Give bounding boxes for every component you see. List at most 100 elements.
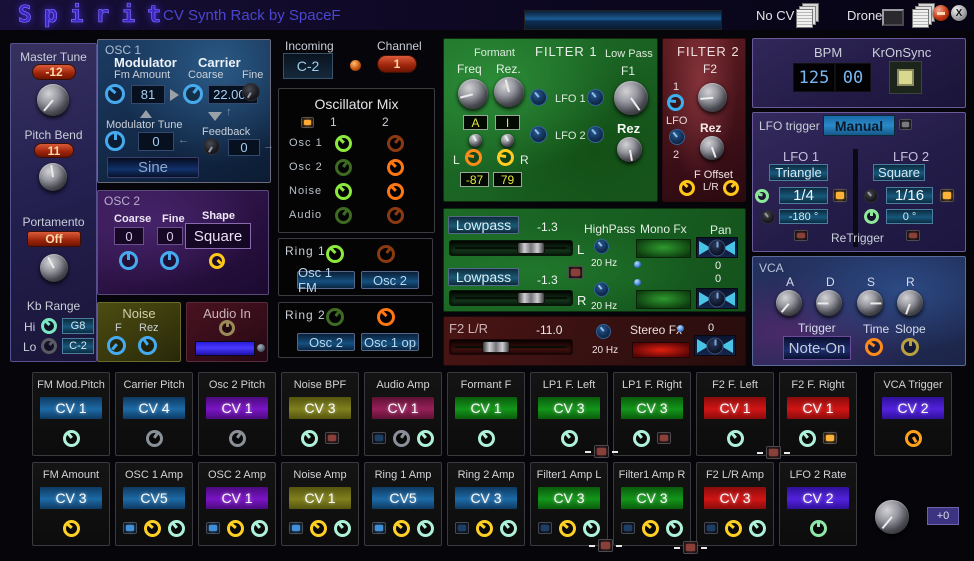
lfo1-wave-display[interactable]: Triangle: [769, 164, 828, 181]
cv-depth-knob-teal[interactable]: [63, 430, 80, 447]
cv-depth-knob-teal[interactable]: [168, 520, 185, 537]
mix-bus2-knob[interactable]: [387, 159, 404, 176]
f1-lfo2-amount-knob-b[interactable]: [587, 126, 604, 143]
link-button[interactable]: [598, 539, 613, 552]
channel-value[interactable]: 1: [377, 55, 417, 73]
cv-mode-button-blue[interactable]: [372, 522, 386, 534]
cv-list-icon[interactable]: [796, 9, 813, 28]
ring1-knob-b[interactable]: [377, 245, 395, 263]
close-button[interactable]: X: [951, 5, 967, 21]
cv-mode-button-blue[interactable]: [206, 522, 220, 534]
osc1-fine-knob[interactable]: [242, 83, 260, 101]
cv-assignment-display[interactable]: CV 3: [288, 396, 352, 420]
osc1-feedback-knob[interactable]: [203, 138, 220, 155]
f2lr-slider-handle[interactable]: [482, 341, 510, 353]
cv-mode-button-blue[interactable]: [123, 522, 137, 534]
cv-assignment-display[interactable]: CV 1: [703, 396, 767, 420]
lfo-trigger-mode-button[interactable]: Manual: [823, 115, 895, 136]
master-tune-value[interactable]: -12: [32, 64, 76, 80]
lr-link-button[interactable]: [568, 266, 583, 279]
cv-assignment-display[interactable]: CV 3: [703, 486, 767, 510]
cv-depth-knob-teal[interactable]: [633, 430, 650, 447]
noise-rez-knob[interactable]: [138, 336, 157, 355]
vca-decay-knob[interactable]: [816, 290, 842, 316]
mix-bus1-knob[interactable]: [335, 135, 352, 152]
cv-depth-knob-gray[interactable]: [229, 430, 246, 447]
cv-depth-knob-green[interactable]: [810, 520, 827, 537]
lfo1-phase-display[interactable]: -180 °: [779, 209, 828, 224]
ring2-src2-button[interactable]: Osc 1 op: [361, 333, 419, 351]
lfo2-phase-knob[interactable]: [864, 209, 879, 224]
cv-depth-knob-yellow[interactable]: [476, 520, 493, 537]
vca-release-knob[interactable]: [897, 290, 923, 316]
cv-assignment-display[interactable]: CV5: [122, 486, 186, 510]
master-tune-knob[interactable]: [37, 84, 69, 116]
lfo1-phase-knob[interactable]: [761, 210, 775, 224]
cv-depth-knob-teal[interactable]: [500, 520, 517, 537]
vca-sustain-knob[interactable]: [857, 290, 883, 316]
cv-depth-knob-yellow[interactable]: [63, 520, 80, 537]
f2lr-pan-control[interactable]: [694, 335, 736, 356]
lfo1-rate-display[interactable]: 1/4: [779, 187, 828, 204]
cv-assignment-display[interactable]: CV 3: [537, 486, 601, 510]
ring2-src1-button[interactable]: Osc 2: [297, 333, 355, 351]
lfo2-wave-display[interactable]: Square: [873, 164, 925, 181]
cv-depth-knob-yellow[interactable]: [144, 520, 161, 537]
lfo1-rate-knob[interactable]: [755, 189, 769, 203]
lowpass-r-slider-handle[interactable]: [517, 292, 545, 304]
osc1-mod-tune-knob[interactable]: [105, 131, 125, 151]
f2lr-highpass-knob[interactable]: [596, 324, 611, 339]
portamento-knob[interactable]: [40, 254, 68, 282]
osc1-fm-amount-knob[interactable]: [105, 84, 125, 104]
kb-lo-value[interactable]: C-2: [62, 338, 94, 354]
osc1-mod-tune-value[interactable]: 0: [138, 132, 174, 151]
pan-l-control[interactable]: [696, 237, 738, 258]
f2lr-pan-knob[interactable]: [707, 337, 724, 354]
cv-mode-button-blue[interactable]: [372, 432, 386, 444]
cv-depth-knob-teal[interactable]: [478, 430, 495, 447]
vowel-left-knob[interactable]: [469, 134, 482, 147]
mix-bus1-knob[interactable]: [335, 207, 352, 224]
lfo2-phase-display[interactable]: 0 °: [886, 209, 933, 224]
lowpass-r-slider[interactable]: [449, 290, 573, 306]
incoming-note-display[interactable]: C-2: [283, 53, 333, 79]
pan-r-control[interactable]: [696, 288, 738, 309]
kb-lo-knob[interactable]: [41, 338, 57, 354]
cv-assignment-display[interactable]: CV 4: [122, 396, 186, 420]
cv-mode-button-blue[interactable]: [455, 522, 469, 534]
f2-cutoff-knob[interactable]: [698, 83, 727, 112]
cv-depth-knob-teal[interactable]: [561, 430, 578, 447]
formant-rez-knob[interactable]: [494, 77, 524, 107]
cv-depth-knob-teal[interactable]: [749, 520, 766, 537]
cv-depth-knob-teal[interactable]: [417, 430, 434, 447]
minimize-button[interactable]: [933, 5, 949, 21]
drone-toggle-button[interactable]: [882, 9, 904, 26]
kronsync-button[interactable]: [889, 61, 922, 94]
cv-depth-knob-teal[interactable]: [301, 430, 318, 447]
nudge-up-icon[interactable]: [140, 104, 152, 118]
mix-bus2-knob[interactable]: [387, 135, 404, 152]
offset-display[interactable]: +0: [927, 507, 959, 525]
cv-mode-button-blue[interactable]: [621, 522, 635, 534]
ring2-knob-b[interactable]: [377, 308, 395, 326]
f2-lfo1-amount-knob[interactable]: [667, 94, 684, 111]
cv-assignment-display[interactable]: CV 2: [786, 486, 850, 510]
cv-assignment-display[interactable]: CV 3: [537, 396, 601, 420]
f1-rez-knob[interactable]: [617, 137, 642, 162]
osc2-shape-knob[interactable]: [209, 253, 225, 269]
link-button[interactable]: [766, 446, 781, 459]
cv-depth-knob-yellow[interactable]: [310, 520, 327, 537]
cv-assignment-display[interactable]: CV 3: [39, 486, 103, 510]
lfo2-rate-display[interactable]: 1/16: [886, 187, 933, 204]
vca-attack-knob[interactable]: [776, 290, 802, 316]
kb-hi-knob[interactable]: [41, 318, 57, 334]
highpass-l-knob[interactable]: [594, 239, 609, 254]
formant-r-value[interactable]: 79: [493, 172, 522, 187]
presets-icon[interactable]: [912, 9, 929, 28]
formant-l-knob[interactable]: [465, 149, 482, 166]
osc2-shape-display[interactable]: Square: [185, 223, 251, 249]
vowel-right-display[interactable]: I: [495, 115, 520, 130]
f-offset-l-knob[interactable]: [679, 180, 695, 196]
mix-bus1-knob[interactable]: [335, 183, 352, 200]
cv-assignment-display[interactable]: CV 3: [620, 486, 684, 510]
